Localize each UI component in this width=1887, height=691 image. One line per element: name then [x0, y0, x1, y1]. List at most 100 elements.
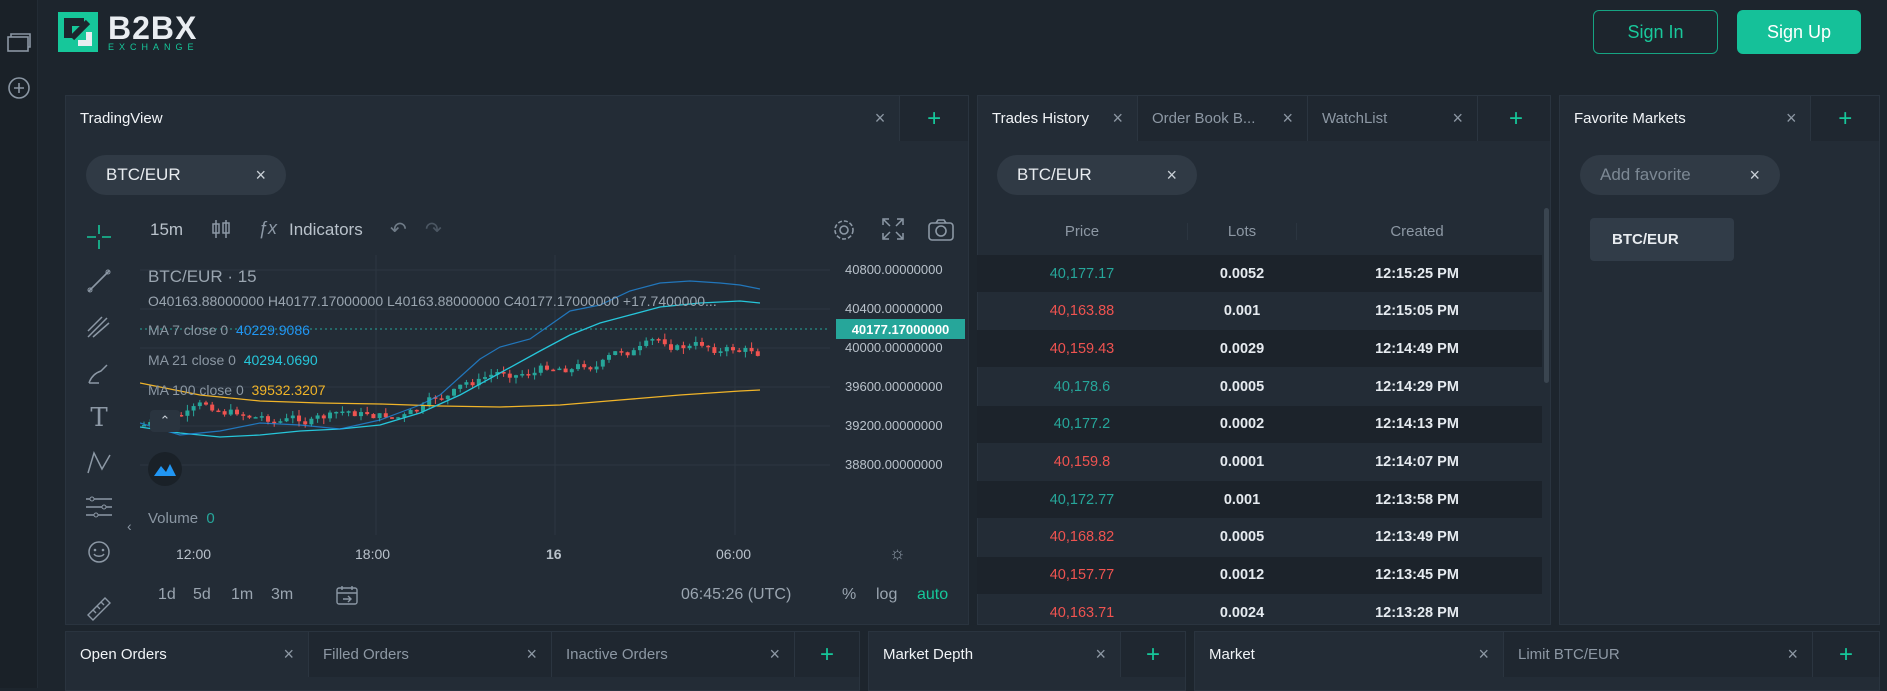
close-icon[interactable]: ×	[526, 644, 537, 665]
clear-icon[interactable]: ×	[1166, 165, 1177, 186]
camera-icon[interactable]	[927, 218, 955, 247]
trade-time: 12:13:45 PM	[1375, 567, 1459, 584]
brush-icon[interactable]	[84, 358, 114, 388]
add-tab-button[interactable]: +	[795, 632, 859, 677]
tab-trades-history[interactable]: Trades History ×	[978, 96, 1138, 141]
pattern-icon[interactable]	[84, 448, 114, 478]
indicators-button[interactable]: Indicators	[289, 220, 363, 240]
symbol-selector[interactable]: BTC/EUR ×	[86, 155, 286, 195]
ma7-value: 40229.9086	[235, 322, 310, 338]
close-icon[interactable]: ×	[283, 644, 294, 665]
candles-icon[interactable]	[210, 218, 232, 245]
favorite-placeholder: Add favorite	[1600, 165, 1691, 184]
add-tab-button[interactable]: +	[1811, 96, 1879, 141]
tab-favorite-markets[interactable]: Favorite Markets ×	[1560, 96, 1812, 141]
tab-tradingview[interactable]: TradingView ×	[66, 96, 901, 141]
crosshair-icon[interactable]	[84, 222, 114, 252]
fx-icon[interactable]: ƒx	[258, 218, 277, 239]
trade-price: 40,159.43	[1049, 340, 1115, 357]
y-tick: 40400.00000000	[845, 301, 943, 316]
scale-percent-button[interactable]: %	[842, 586, 856, 604]
close-icon[interactable]: ×	[1452, 108, 1463, 129]
settings-icon[interactable]	[831, 217, 857, 248]
tab-label: Inactive Orders	[566, 646, 668, 663]
add-favorite-input[interactable]: Add favorite ×	[1580, 155, 1780, 195]
trade-lots: 0.0001	[1219, 454, 1265, 470]
candle-body	[687, 345, 692, 349]
favorite-market-item[interactable]: BTC/EUR	[1590, 218, 1734, 261]
add-tab-button[interactable]: +	[1813, 632, 1879, 677]
sign-up-button[interactable]: Sign Up	[1737, 10, 1861, 54]
collapse-toolbar-icon[interactable]: ‹	[127, 518, 132, 534]
table-row[interactable]: 40,177.2 0.0002 12:14:13 PM	[977, 405, 1542, 443]
text-tool-icon[interactable]: T	[84, 403, 114, 433]
scale-log-button[interactable]: log	[876, 586, 897, 604]
close-icon[interactable]: ×	[1112, 108, 1123, 129]
y-tick: 38800.00000000	[845, 457, 943, 472]
undo-icon[interactable]: ↶	[390, 217, 407, 242]
windows-icon[interactable]	[6, 30, 32, 56]
table-row[interactable]: 40,163.71 0.0024 12:13:28 PM	[977, 594, 1542, 631]
fullscreen-icon[interactable]	[881, 217, 905, 246]
close-icon[interactable]: ×	[1786, 108, 1797, 129]
fib-icon[interactable]	[84, 312, 114, 342]
tab-filled-orders[interactable]: Filled Orders ×	[309, 632, 552, 677]
add-tab-button[interactable]: +	[1121, 632, 1185, 677]
tab-market-depth[interactable]: Market Depth ×	[869, 632, 1121, 677]
scale-auto-button[interactable]: auto	[917, 586, 948, 604]
table-row[interactable]: 40,159.8 0.0001 12:14:07 PM	[977, 444, 1542, 481]
tab-label: Limit BTC/EUR	[1518, 646, 1620, 663]
date-range-icon[interactable]	[335, 584, 359, 611]
trendline-icon[interactable]	[84, 266, 114, 296]
tv-logo-icon[interactable]	[148, 452, 182, 486]
table-row[interactable]: 40,172.77 0.001 12:13:58 PM	[977, 481, 1542, 519]
close-icon[interactable]: ×	[1282, 108, 1293, 129]
trades-scrollbar[interactable]	[1544, 208, 1549, 383]
range-5d[interactable]: 5d	[193, 586, 211, 604]
candle-body	[290, 415, 295, 419]
close-icon[interactable]: ×	[1787, 644, 1798, 665]
candle-body	[569, 369, 574, 373]
brand-name: B2BX	[108, 10, 198, 46]
brightness-icon[interactable]: ☼	[889, 543, 906, 564]
tab-open-orders[interactable]: Open Orders ×	[66, 632, 309, 677]
ruler-icon[interactable]	[84, 594, 114, 624]
range-3m[interactable]: 3m	[271, 586, 293, 604]
interval-button[interactable]: 15m	[150, 220, 183, 240]
range-1d[interactable]: 1d	[158, 586, 176, 604]
tab-limit-order[interactable]: Limit BTC/EUR ×	[1504, 632, 1813, 677]
table-row[interactable]: 40,177.17 0.0052 12:15:25 PM	[977, 255, 1542, 292]
sign-in-button[interactable]: Sign In	[1593, 10, 1718, 54]
add-tab-button[interactable]: +	[1482, 96, 1550, 141]
tab-watchlist[interactable]: WatchList ×	[1308, 96, 1478, 141]
trade-lots: 0.0002	[1219, 416, 1265, 433]
measure-lines-icon[interactable]	[84, 492, 114, 522]
table-row[interactable]: 40,168.82 0.0005 12:13:49 PM	[977, 519, 1542, 556]
range-1m[interactable]: 1m	[231, 586, 253, 604]
emoji-icon[interactable]	[84, 537, 114, 567]
candle-body	[247, 415, 252, 418]
close-icon[interactable]: ×	[769, 644, 780, 665]
tab-inactive-orders[interactable]: Inactive Orders ×	[552, 632, 795, 677]
add-widget-icon[interactable]	[6, 75, 32, 101]
redo-icon[interactable]: ↷	[425, 217, 442, 242]
y-tick: 39600.00000000	[845, 379, 943, 394]
trade-lots: 0.0005	[1219, 529, 1265, 546]
brand-logo[interactable]: B2BX EXCHANGE	[58, 12, 199, 52]
table-row[interactable]: 40,163.88 0.001 12:15:05 PM	[977, 293, 1542, 330]
tab-market[interactable]: Market ×	[1195, 632, 1504, 677]
close-icon[interactable]: ×	[1478, 644, 1489, 665]
close-icon[interactable]: ×	[875, 108, 886, 129]
clear-icon[interactable]: ×	[255, 165, 266, 186]
close-icon[interactable]: ×	[1095, 644, 1106, 665]
candle-body	[259, 416, 264, 418]
table-row[interactable]: 40,159.43 0.0029 12:14:49 PM	[977, 330, 1542, 368]
tab-order-book[interactable]: Order Book B... ×	[1138, 96, 1308, 141]
clock-label[interactable]: 06:45:26 (UTC)	[681, 586, 791, 604]
add-tab-button[interactable]: +	[900, 96, 968, 141]
trades-symbol-selector[interactable]: BTC/EUR ×	[997, 155, 1197, 195]
table-row[interactable]: 40,157.77 0.0012 12:13:45 PM	[977, 556, 1542, 594]
collapse-legend-button[interactable]: ⌃	[150, 410, 180, 432]
clear-icon[interactable]: ×	[1749, 165, 1760, 186]
table-row[interactable]: 40,178.6 0.0005 12:14:29 PM	[977, 368, 1542, 405]
